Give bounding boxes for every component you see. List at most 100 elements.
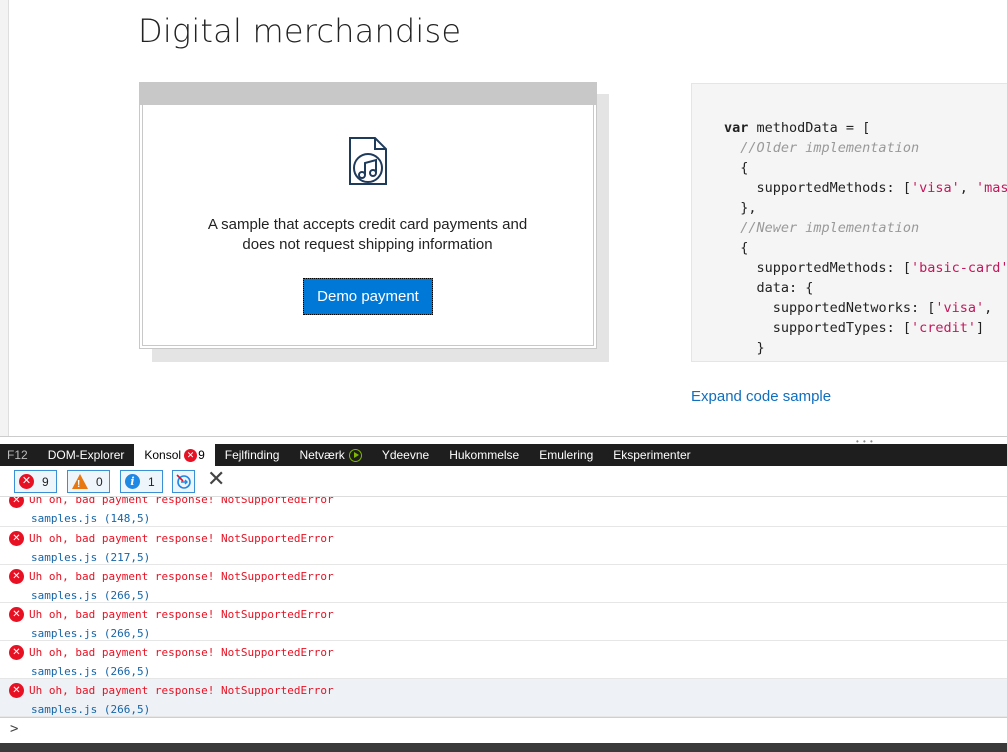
code-text: { [740,160,749,176]
tab-label: F12 [7,448,28,462]
log-source-link[interactable]: samples.js (217,5) [31,551,150,564]
tab-label: Hukommelse [449,448,520,462]
browser-viewport: Digital merchandise A sample that accept… [0,0,1007,752]
warning-icon: ! [72,474,88,490]
code-text: , [984,300,1001,316]
console-log-entry[interactable]: ✕ Uh oh, bad payment response! NotSupport… [0,603,1007,641]
log-message: Uh oh, bad payment response! NotSupporte… [29,532,334,545]
devtools-tab-bar: F12 DOM-Explorer Konsol ✕ 9 Fejlfinding Netvær… [0,444,1007,466]
console-log-entry[interactable]: ✕ Uh oh, bad payment response! NotSupport… [0,565,1007,603]
clear-on-navigate-icon [176,474,191,489]
code-comment: //Newer implementation [740,220,920,236]
error-icon: ✕ [9,531,24,546]
console-log-entry[interactable]: ✕ Uh oh, bad payment response! NotSupport… [0,679,1007,717]
tab-label: Eksperimenter [613,448,691,462]
code-line: data: { [724,278,1007,298]
clear-on-navigate-button[interactable] [172,470,195,493]
tab-label: DOM-Explorer [47,448,125,462]
log-message: Uh oh, bad payment response! NotSupporte… [29,497,334,506]
code-text: supportedMethods: [ [756,260,911,276]
error-icon: ✕ [9,607,24,622]
card-description: A sample that accepts credit card paymen… [170,215,565,255]
tab-ydeevne[interactable]: Ydeevne [372,444,439,466]
tab-fejlfinding[interactable]: Fejlfinding [215,444,290,466]
log-message: Uh oh, bad payment response! NotSupporte… [29,684,334,697]
console-log-entry[interactable]: ✕ Uh oh, bad payment response! NotSupport… [0,527,1007,565]
tab-label: Netværk [299,448,345,462]
console-input[interactable]: > [0,717,1007,743]
tab-eksperimenter[interactable]: Eksperimenter [603,444,700,466]
tab-label: Emulering [539,448,594,462]
log-source-link[interactable]: samples.js (266,5) [31,589,150,602]
code-string: 'basic-card' [910,260,1007,276]
code-line: supportedMethods: ['visa', 'mastercard' [724,178,1007,198]
tab-konsol[interactable]: Konsol ✕ 9 [134,444,215,466]
card-description-line2: does not request shipping information [242,236,493,253]
code-line: //Newer implementation [724,218,1007,238]
code-line: //Older implementation [724,138,1007,158]
console-log: ✕ Uh oh, bad payment response! NotSupport… [0,497,1007,717]
code-text: } [756,340,765,356]
code-string: 'visa' [910,180,960,196]
console-log-entry[interactable]: ✕ Uh oh, bad payment response! NotSupport… [0,641,1007,679]
code-line: supportedTypes: ['credit'] [724,318,1007,338]
code-line: }, [724,198,1007,218]
code-line: var methodData = [ [724,118,1007,138]
music-file-icon [349,137,387,185]
code-string: 'credit' [910,320,976,336]
clear-console-button[interactable]: ✕ [207,469,225,491]
tab-hukommelse[interactable]: Hukommelse [439,444,529,466]
code-text: }, [740,200,757,216]
error-badge-icon: ✕ [184,448,198,462]
error-icon: ✕ [9,497,24,508]
code-text: supportedMethods: [ [756,180,911,196]
page-title: Digital merchandise [138,12,462,50]
info-icon: i [125,474,140,489]
tab-label: Konsol [144,448,182,462]
log-source-link[interactable]: samples.js (266,5) [31,627,150,640]
code-text: , [959,180,976,196]
code-text: methodData = [ [748,120,871,136]
code-line: supportedNetworks: ['visa', [724,298,1007,318]
code-string: 'visa' [935,300,985,316]
left-frame-edge [0,0,9,438]
code-line: { [724,158,1007,178]
code-comment: //Older implementation [740,140,920,156]
log-source-link[interactable]: samples.js (266,5) [31,703,150,716]
code-line: supportedMethods: ['basic-card' [724,258,1007,278]
expand-code-sample-link[interactable]: Expand code sample [691,388,831,405]
errors-filter-button[interactable]: ✕ 9 [14,470,57,493]
devtools-splitter[interactable]: • • • [0,436,1007,446]
code-lines: var methodData = [ //Older implementatio… [724,118,1007,358]
taskbar-strip [0,743,1007,752]
error-icon: ✕ [19,474,34,489]
info-filter-button[interactable]: i 1 [120,470,163,493]
tab-label: Fejlfinding [224,448,280,462]
console-log-entry[interactable]: ✕ Uh oh, bad payment response! NotSupport… [0,497,1007,527]
log-source-link[interactable]: samples.js (266,5) [31,665,150,678]
error-icon: ✕ [9,645,24,660]
error-icon: ✕ [9,683,24,698]
tab-emulering[interactable]: Emulering [529,444,603,466]
warnings-count: 0 [96,474,103,489]
tab-f12[interactable]: F12 [0,444,38,466]
card-description-line1: A sample that accepts credit card paymen… [207,216,528,233]
errors-count: 9 [42,474,49,489]
code-text: { [740,240,749,256]
prompt-chevron-icon: > [10,721,19,737]
tab-netvaerk[interactable]: Netværk [289,444,371,466]
log-message: Uh oh, bad payment response! NotSupporte… [29,608,334,621]
info-count: 1 [148,474,155,489]
log-source-link[interactable]: samples.js (148,5) [31,512,150,525]
log-message: Uh oh, bad payment response! NotSupporte… [29,570,334,583]
code-text: ] [975,320,985,336]
demo-payment-button[interactable]: Demo payment [303,278,433,315]
warnings-filter-button[interactable]: ! 0 [67,470,110,493]
code-sample: var methodData = [ //Older implementatio… [691,83,1007,362]
tab-dom-explorer[interactable]: DOM-Explorer [38,444,135,466]
recording-play-icon [348,448,362,462]
code-keyword: var [724,120,749,136]
console-toolbar: ✕ 9 ! 0 i 1 ✕ [0,466,1007,497]
error-badge-count: 9 [198,448,205,462]
code-text: supportedNetworks: [ [772,300,936,316]
